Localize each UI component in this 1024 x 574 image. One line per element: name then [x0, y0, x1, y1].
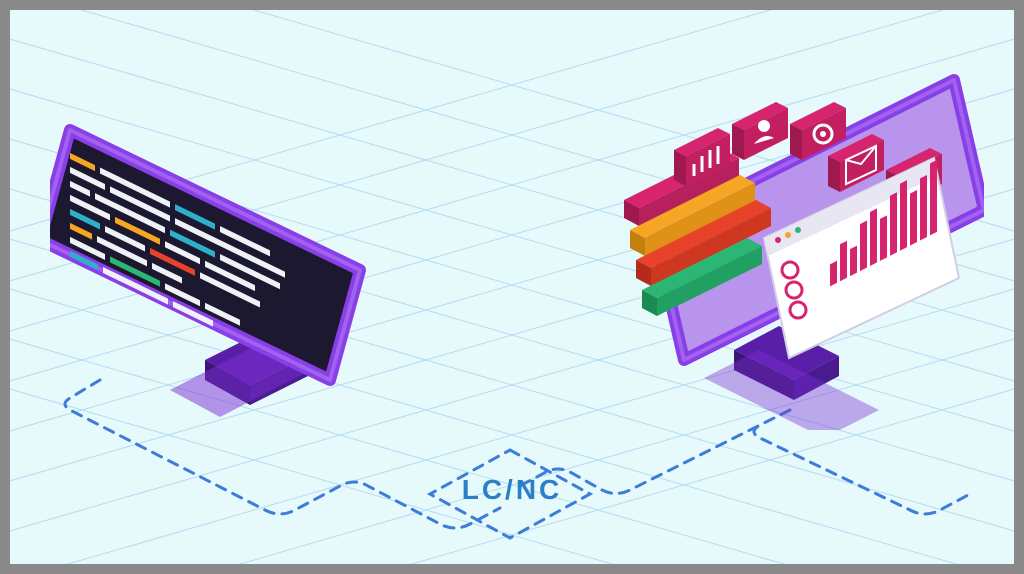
user-icon: [732, 102, 788, 160]
visual-builder-monitor: [614, 50, 984, 430]
diagram-frame: LC/NC: [10, 10, 1014, 564]
code-monitor: [50, 70, 390, 430]
center-label: LC/NC: [462, 474, 563, 506]
